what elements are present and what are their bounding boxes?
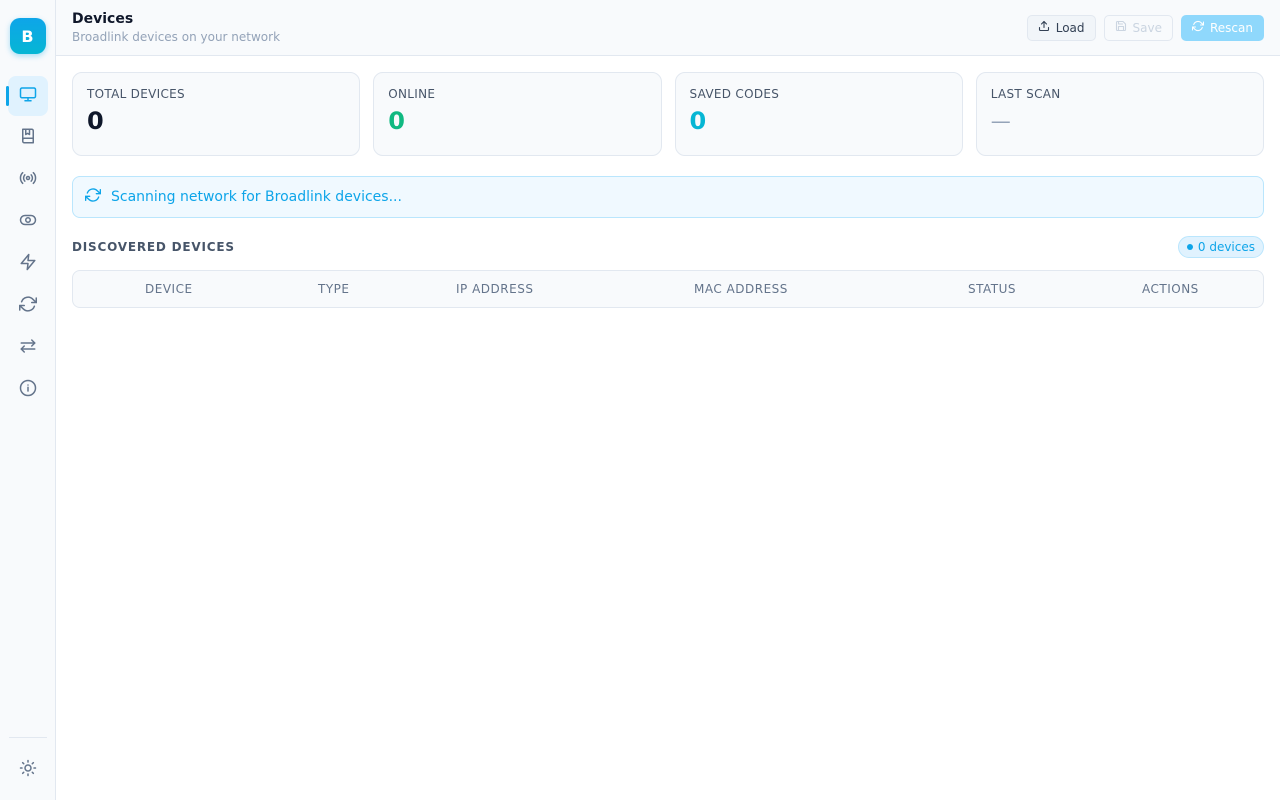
stat-card-saved-codes: SAVED CODES 0: [674, 72, 963, 156]
app-logo[interactable]: B: [9, 18, 46, 54]
toggle-icon: [19, 211, 37, 233]
scanning-text: Scanning network for Broadlink devices..…: [111, 189, 402, 205]
section-title: DISCOVERED DEVICES: [72, 240, 235, 254]
broadcast-icon: [19, 169, 37, 191]
stat-card-last-scan: LAST SCAN —: [975, 72, 1264, 156]
refresh-icon: [18, 295, 37, 317]
book-icon: [19, 127, 37, 149]
sidebar-item-broadcast[interactable]: [8, 160, 48, 200]
scanning-banner: Scanning network for Broadlink devices..…: [72, 176, 1264, 218]
app-root: B Devices Broadlink devices on your netw…: [0, 0, 1280, 800]
sidebar-item-sync[interactable]: [8, 286, 48, 326]
stat-value: 0: [87, 107, 104, 135]
load-button[interactable]: Load: [1026, 14, 1096, 41]
sidebar-item-toggle[interactable]: [8, 202, 48, 242]
sidebar-item-transfer[interactable]: [8, 328, 48, 368]
upload-icon: [1038, 20, 1050, 35]
sidebar-item-devices[interactable]: [5, 76, 48, 116]
floppy-icon: [1115, 20, 1127, 35]
column-header-status[interactable]: STATUS: [968, 282, 1016, 296]
refresh-icon: [1191, 20, 1205, 35]
stats-row: TOTAL DEVICES 0 ONLINE 0 SAVED CODES 0 L…: [72, 72, 1264, 156]
stat-label: SAVED CODES: [689, 87, 780, 101]
status-dot: [1186, 244, 1193, 250]
stat-card-total-devices: TOTAL DEVICES 0: [72, 72, 361, 156]
header-actions: Load Save Rescan: [1026, 14, 1264, 41]
sidebar-footer: [0, 737, 56, 800]
devices-table: DEVICE TYPE IP ADDRESS MAC ADDRESS STATU…: [72, 270, 1264, 308]
sidebar-divider: [9, 737, 47, 738]
bolt-icon: [19, 253, 37, 275]
stat-value: —: [990, 109, 1011, 133]
load-button-label: Load: [1055, 20, 1085, 35]
save-button[interactable]: Save: [1103, 14, 1173, 41]
page-header: Devices Broadlink devices on your networ…: [56, 0, 1280, 56]
page-heading: Devices Broadlink devices on your networ…: [72, 10, 280, 45]
rescan-button[interactable]: Rescan: [1181, 14, 1264, 41]
sidebar-item-about[interactable]: [8, 370, 48, 410]
transfer-icon: [19, 337, 37, 359]
sidebar-item-automation[interactable]: [8, 244, 48, 284]
column-header-actions[interactable]: ACTIONS: [1142, 282, 1199, 296]
column-header-ip-address[interactable]: IP ADDRESS: [456, 282, 533, 296]
theme-toggle-button[interactable]: [8, 750, 48, 790]
refresh-icon: [85, 187, 101, 207]
rescan-button-label: Rescan: [1210, 20, 1253, 35]
column-header-mac-address[interactable]: MAC ADDRESS: [694, 282, 788, 296]
info-icon: [19, 379, 37, 401]
sidebar-item-codes[interactable]: [8, 118, 48, 158]
devices-section-header: DISCOVERED DEVICES 0 devices: [72, 236, 1264, 258]
stat-value: 0: [689, 107, 707, 135]
sidebar-nav: [5, 76, 48, 410]
save-button-label: Save: [1132, 20, 1162, 35]
main-area: Devices Broadlink devices on your networ…: [56, 0, 1280, 800]
device-count-label: 0 devices: [1197, 240, 1255, 254]
page-subtitle: Broadlink devices on your network: [72, 30, 281, 44]
stat-label: TOTAL DEVICES: [87, 87, 185, 101]
page-title: Devices: [72, 11, 134, 27]
stat-label: LAST SCAN: [990, 87, 1061, 101]
stat-label: ONLINE: [388, 87, 436, 101]
sun-icon: [19, 759, 37, 781]
stat-value: 0: [388, 107, 405, 135]
stat-card-online: ONLINE 0: [373, 72, 662, 156]
page-content: TOTAL DEVICES 0 ONLINE 0 SAVED CODES 0 L…: [56, 56, 1280, 308]
device-count-badge: 0 devices: [1177, 236, 1264, 258]
column-header-device[interactable]: DEVICE: [145, 282, 193, 296]
sidebar: B: [0, 0, 56, 800]
monitor-icon: [19, 85, 37, 107]
column-header-type[interactable]: TYPE: [318, 282, 349, 296]
